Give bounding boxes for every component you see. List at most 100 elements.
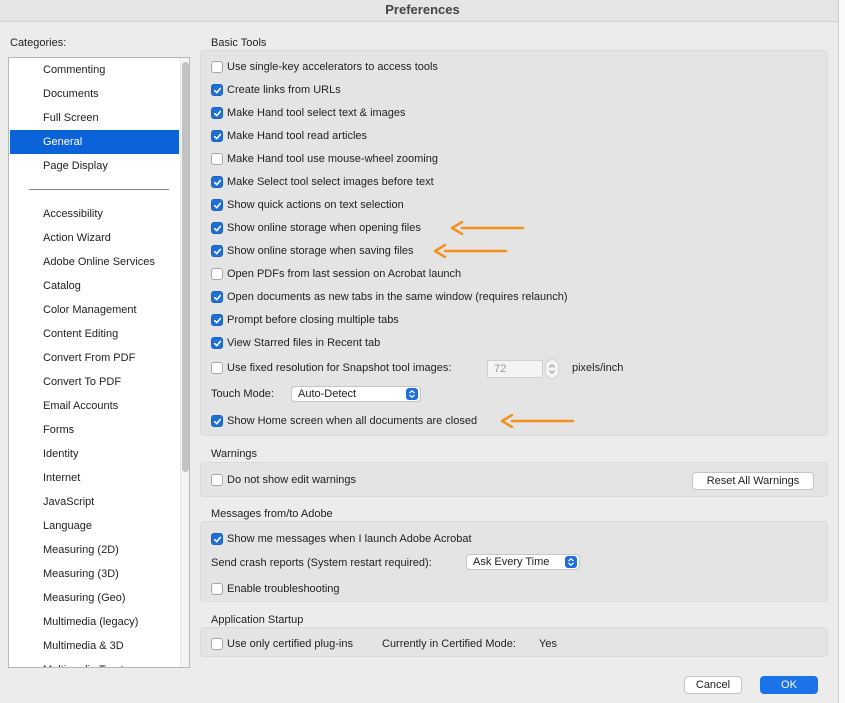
category-item[interactable]: Color Management (10, 298, 179, 322)
option-checkbox[interactable] (211, 153, 223, 165)
category-item[interactable]: Internet (10, 466, 179, 490)
edit-warnings-option[interactable]: Do not show edit warnings (211, 472, 356, 488)
category-item[interactable]: Full Screen (10, 106, 179, 130)
show-messages-checkbox[interactable] (211, 533, 223, 545)
category-item[interactable]: Measuring (2D) (10, 538, 179, 562)
home-screen-option[interactable]: Show Home screen when all documents are … (211, 413, 477, 429)
category-item[interactable]: Commenting (10, 58, 179, 82)
warnings-title: Warnings (211, 448, 258, 460)
basic-tool-option[interactable]: Prompt before closing multiple tabs (211, 312, 399, 328)
option-checkbox[interactable] (211, 61, 223, 73)
crash-reports-label: Send crash reports (System restart requi… (211, 557, 432, 569)
category-item[interactable]: Email Accounts (10, 394, 179, 418)
snapshot-option[interactable]: Use fixed resolution for Snapshot tool i… (211, 360, 451, 376)
category-item[interactable]: Catalog (10, 274, 179, 298)
category-item[interactable]: Identity (10, 442, 179, 466)
basic-tool-option[interactable]: Show quick actions on text selection (211, 197, 404, 213)
basic-tool-option[interactable]: Make Hand tool read articles (211, 128, 367, 144)
basic-tool-option[interactable]: Make Select tool select images before te… (211, 174, 434, 190)
option-label: Open documents as new tabs in the same w… (227, 291, 568, 303)
option-label: Make Hand tool read articles (227, 130, 368, 142)
snapshot-label: Use fixed resolution for Snapshot tool i… (227, 362, 452, 374)
option-checkbox[interactable] (211, 107, 223, 119)
basic-tool-option[interactable]: Make Hand tool select text & images (211, 105, 406, 121)
checkmark-icon (213, 110, 221, 116)
checkmark-icon (213, 340, 221, 346)
option-checkbox[interactable] (211, 245, 223, 257)
basic-tool-option[interactable]: Make Hand tool use mouse-wheel zooming (211, 151, 438, 167)
touch-mode-value: Auto-Detect (298, 388, 357, 400)
category-item[interactable]: General (10, 130, 179, 154)
snapshot-checkbox[interactable] (211, 362, 223, 374)
option-label: Make Hand tool select text & images (227, 107, 406, 119)
edit-warnings-label: Do not show edit warnings (227, 474, 357, 486)
crash-reports-value: Ask Every Time (473, 556, 550, 568)
option-checkbox[interactable] (211, 314, 223, 326)
categories-scroll-thumb[interactable] (182, 62, 189, 472)
categories-list[interactable]: Commenting Documents Full Screen General Pag… (8, 57, 190, 668)
option-label: Make Hand tool use mouse-wheel zooming (227, 153, 438, 165)
option-checkbox[interactable] (211, 199, 223, 211)
category-item[interactable]: Multimedia (legacy) (10, 610, 179, 634)
categories-separator (29, 189, 169, 190)
certified-plugins-option[interactable]: Use only certified plug-ins (211, 636, 353, 652)
option-label: Open PDFs from last session on Acrobat l… (227, 268, 462, 280)
category-item[interactable]: Accessibility (10, 202, 179, 226)
category-item[interactable]: Measuring (3D) (10, 562, 179, 586)
troubleshooting-label: Enable troubleshooting (227, 583, 340, 595)
option-checkbox[interactable] (211, 130, 223, 142)
certified-mode-label: Currently in Certified Mode: (382, 638, 516, 650)
option-label: Use single-key accelerators to access to… (227, 61, 438, 73)
snapshot-unit: pixels/inch (572, 362, 624, 374)
basic-tool-option[interactable]: Use single-key accelerators to access to… (211, 59, 438, 75)
select-chevron-icon (565, 556, 577, 568)
touch-mode-select[interactable]: Auto-Detect (291, 386, 421, 402)
category-item[interactable]: Documents (10, 82, 179, 106)
option-checkbox[interactable] (211, 222, 223, 234)
home-screen-checkbox[interactable] (211, 415, 223, 427)
show-messages-option[interactable]: Show me messages when I launch Adobe Acr… (211, 531, 472, 547)
ok-button[interactable]: OK (760, 676, 818, 694)
troubleshooting-checkbox[interactable] (211, 583, 223, 595)
option-checkbox[interactable] (211, 176, 223, 188)
checkmark-icon (213, 317, 221, 323)
snapshot-resolution-field[interactable]: 72 (487, 360, 543, 378)
checkmark-icon (213, 536, 221, 542)
categories-scrollbar[interactable] (180, 58, 189, 667)
option-checkbox[interactable] (211, 84, 223, 96)
basic-tool-option[interactable]: View Starred files in Recent tab (211, 335, 380, 351)
category-item[interactable]: JavaScript (10, 490, 179, 514)
category-item[interactable]: Convert From PDF (10, 346, 179, 370)
basic-tool-option[interactable]: Open documents as new tabs in the same w… (211, 289, 568, 305)
touch-mode-label: Touch Mode: (211, 388, 274, 400)
checkmark-icon (213, 179, 221, 185)
category-item[interactable]: Multimedia & 3D (10, 634, 179, 658)
category-item[interactable]: Content Editing (10, 322, 179, 346)
option-checkbox[interactable] (211, 268, 223, 280)
category-item[interactable]: Action Wizard (10, 226, 179, 250)
startup-title: Application Startup (211, 614, 304, 626)
checkmark-icon (213, 202, 221, 208)
category-item[interactable]: Adobe Online Services (10, 250, 179, 274)
certified-plugins-checkbox[interactable] (211, 638, 223, 650)
cancel-button[interactable]: Cancel (684, 676, 742, 694)
snapshot-resolution-stepper[interactable] (545, 359, 559, 379)
checkmark-icon (213, 418, 221, 424)
basic-tool-option[interactable]: Open PDFs from last session on Acrobat l… (211, 266, 461, 282)
crash-reports-select[interactable]: Ask Every Time (466, 554, 580, 570)
category-item[interactable]: Forms (10, 418, 179, 442)
option-label: Make Select tool select images before te… (227, 176, 434, 188)
option-checkbox[interactable] (211, 291, 223, 303)
category-item[interactable]: Page Display (10, 154, 179, 178)
basic-tool-option[interactable]: Show online storage when saving files (211, 243, 414, 259)
basic-tool-option[interactable]: Show online storage when opening files (211, 220, 421, 236)
troubleshooting-option[interactable]: Enable troubleshooting (211, 581, 340, 597)
basic-tool-option[interactable]: Create links from URLs (211, 82, 341, 98)
category-item[interactable]: Language (10, 514, 179, 538)
edit-warnings-checkbox[interactable] (211, 474, 223, 486)
option-checkbox[interactable] (211, 337, 223, 349)
category-item[interactable]: Multimedia Trust (10, 658, 179, 667)
category-item[interactable]: Convert To PDF (10, 370, 179, 394)
reset-warnings-button[interactable]: Reset All Warnings (692, 472, 814, 490)
category-item[interactable]: Measuring (Geo) (10, 586, 179, 610)
